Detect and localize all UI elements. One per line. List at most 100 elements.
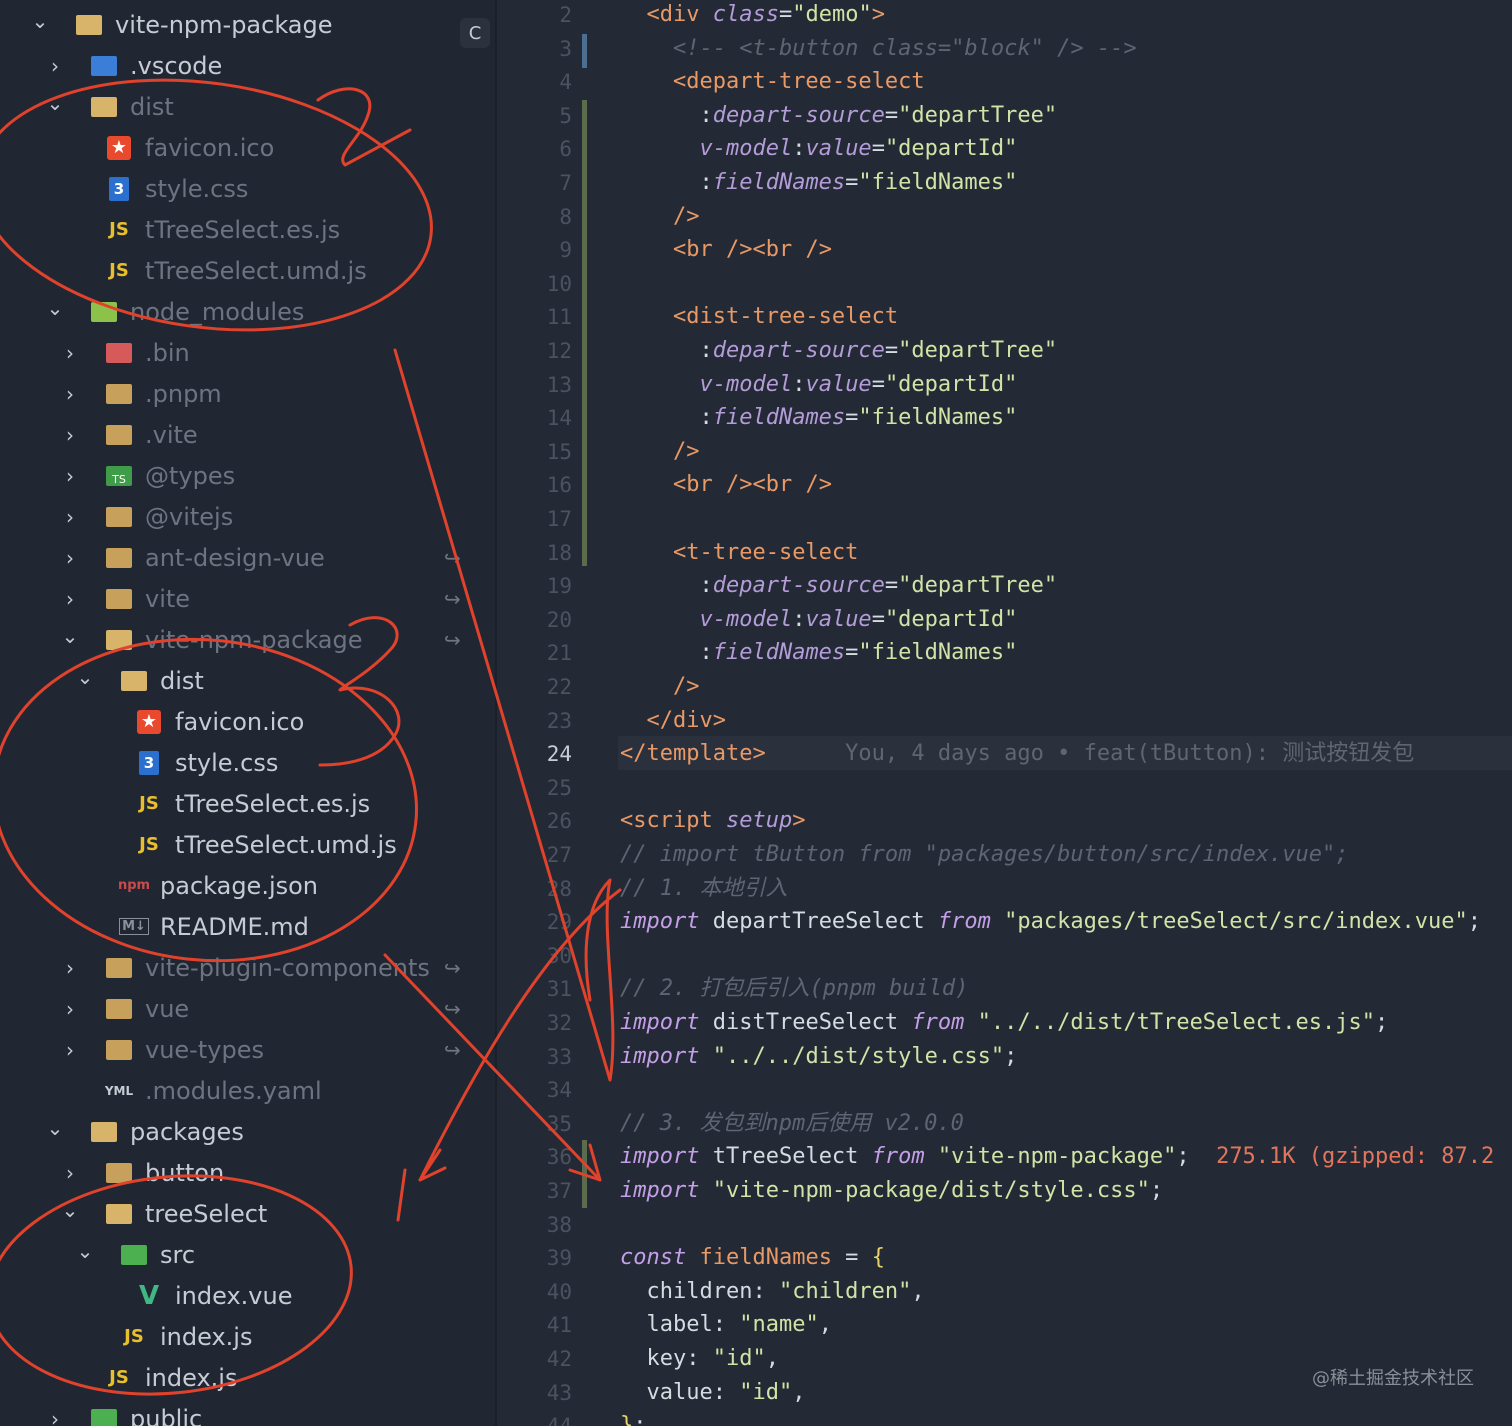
tree-item[interactable]: ★ favicon.ico xyxy=(0,127,497,168)
chevron-down-icon[interactable]: ⌄ xyxy=(43,293,67,323)
chevron-down-icon[interactable]: ⌄ xyxy=(43,1113,67,1143)
tree-item[interactable]: › .pnpm xyxy=(0,373,497,414)
chevron-right-icon[interactable]: › xyxy=(58,379,82,409)
tree-item[interactable]: YML .modules.yaml xyxy=(0,1070,497,1111)
code-line[interactable]: <dist-tree-select xyxy=(620,300,898,334)
tree-item[interactable]: 3 style.css xyxy=(0,742,497,783)
code-line[interactable]: :fieldNames="fieldNames" xyxy=(620,166,1017,200)
code-line[interactable]: // 1. 本地引入 xyxy=(620,872,787,906)
chevron-down-icon[interactable]: ⌄ xyxy=(58,621,82,651)
code-line[interactable]: import "vite-npm-package/dist/style.css"… xyxy=(620,1174,1163,1208)
tree-item[interactable]: JS tTreeSelect.umd.js xyxy=(0,250,497,291)
code-line[interactable]: // 3. 发包到npm后使用 v2.0.0 xyxy=(620,1107,964,1141)
code-line[interactable]: <!-- <t-button class="block" /> --> xyxy=(620,32,1137,66)
code-line[interactable]: :depart-source="departTree" xyxy=(620,569,1057,603)
code-line[interactable]: }; xyxy=(620,1409,647,1426)
tree-item[interactable]: npm package.json xyxy=(0,865,497,906)
chevron-right-icon[interactable]: › xyxy=(58,543,82,573)
code-line[interactable]: import departTreeSelect from "packages/t… xyxy=(620,905,1481,939)
tree-item[interactable]: JS index.js xyxy=(0,1357,497,1398)
tree-item[interactable]: › vue-types ↪ xyxy=(0,1029,497,1070)
tree-item[interactable]: ★ favicon.ico xyxy=(0,701,497,742)
tree-item[interactable]: JS index.js xyxy=(0,1316,497,1357)
code-line[interactable]: :fieldNames="fieldNames" xyxy=(620,636,1017,670)
chevron-down-icon[interactable]: ⌄ xyxy=(73,662,97,692)
code-token: "vite-npm-package/dist/style.css" xyxy=(712,1178,1150,1203)
code-line[interactable]: :depart-source="departTree" xyxy=(620,334,1057,368)
tree-item[interactable]: › @vitejs xyxy=(0,496,497,537)
code-line[interactable]: v-model:value="departId" xyxy=(620,368,1017,402)
tree-item[interactable]: › public xyxy=(0,1398,497,1426)
chevron-down-icon[interactable]: ⌄ xyxy=(73,1236,97,1266)
code-line[interactable]: children: "children", xyxy=(620,1275,924,1309)
code-line[interactable]: <br /><br /> xyxy=(620,468,832,502)
tree-item[interactable]: Vindex.vue xyxy=(0,1275,497,1316)
chevron-right-icon[interactable]: › xyxy=(43,51,67,81)
tree-item[interactable]: › vite ↪ xyxy=(0,578,497,619)
chevron-right-icon[interactable]: › xyxy=(58,338,82,368)
code-line[interactable]: import "../../dist/style.css"; xyxy=(620,1040,1017,1074)
chevron-right-icon[interactable]: › xyxy=(58,584,82,614)
code-line[interactable]: <depart-tree-select xyxy=(620,65,925,99)
chevron-right-icon[interactable]: › xyxy=(43,1404,67,1426)
chevron-right-icon[interactable]: › xyxy=(58,420,82,450)
code-line[interactable]: <div class="demo"> xyxy=(620,0,885,32)
chevron-right-icon[interactable]: › xyxy=(58,461,82,491)
code-line[interactable]: label: "name", xyxy=(620,1308,831,1342)
code-line[interactable]: // 2. 打包后引入(pnpm build) xyxy=(620,972,968,1006)
code-token: distTreeSelect xyxy=(699,1010,912,1035)
code-line[interactable]: key: "id", xyxy=(620,1342,778,1376)
chevron-right-icon[interactable]: › xyxy=(58,502,82,532)
tree-item[interactable]: ⌄ packages xyxy=(0,1111,497,1152)
code-line[interactable]: v-model:value="departId" xyxy=(620,603,1017,637)
code-line[interactable]: /> xyxy=(620,435,700,469)
code-line[interactable]: </div> xyxy=(620,704,726,738)
tree-item[interactable]: ⌄ dist xyxy=(0,660,497,701)
tree-item[interactable]: › .bin xyxy=(0,332,497,373)
code-line[interactable]: import tTreeSelect from "vite-npm-packag… xyxy=(620,1140,1494,1174)
tree-item[interactable]: ⌄ vite-npm-package xyxy=(0,4,497,45)
code-editor[interactable]: 2 <div class="demo"> 3 <!-- <t-button cla… xyxy=(498,0,1512,1426)
tree-item[interactable]: › .vscode xyxy=(0,45,497,86)
tree-item[interactable]: JS tTreeSelect.umd.js xyxy=(0,824,497,865)
code-line[interactable]: </template> You, 4 days ago • feat(tButt… xyxy=(620,737,1414,771)
chevron-down-icon[interactable]: ⌄ xyxy=(58,1195,82,1225)
chevron-down-icon[interactable]: ⌄ xyxy=(43,88,67,118)
code-line[interactable]: /> xyxy=(620,670,700,704)
tree-item[interactable]: ⌄ vite-npm-package ↪ xyxy=(0,619,497,660)
tree-item[interactable]: JS tTreeSelect.es.js xyxy=(0,783,497,824)
code-line[interactable]: value: "id", xyxy=(620,1376,805,1410)
code-line[interactable]: import distTreeSelect from "../../dist/t… xyxy=(620,1006,1388,1040)
tree-item[interactable]: ⌄ src xyxy=(0,1234,497,1275)
code-token: <!-- <t-button class="block" /> --> xyxy=(620,35,1137,61)
chevron-right-icon[interactable]: › xyxy=(58,953,82,983)
code-line[interactable]: :fieldNames="fieldNames" xyxy=(620,401,1017,435)
code-line[interactable]: :depart-source="departTree" xyxy=(620,99,1057,133)
code-line[interactable]: <br /><br /> xyxy=(620,233,832,267)
chevron-right-icon[interactable]: › xyxy=(58,1158,82,1188)
tree-item[interactable]: JS tTreeSelect.es.js xyxy=(0,209,497,250)
tree-item[interactable]: 3 style.css xyxy=(0,168,497,209)
tree-item[interactable]: › ant-design-vue ↪ xyxy=(0,537,497,578)
chevron-right-icon[interactable]: › xyxy=(58,1035,82,1065)
tree-item[interactable]: › button xyxy=(0,1152,497,1193)
gutter-change-marker xyxy=(582,34,587,68)
line-number: 31 xyxy=(546,977,572,1002)
tree-item[interactable]: › .vite xyxy=(0,414,497,455)
chevron-right-icon[interactable]: › xyxy=(58,994,82,1024)
chevron-down-icon[interactable]: ⌄ xyxy=(28,6,52,36)
tree-item[interactable]: ⌄ node_modules xyxy=(0,291,497,332)
code-line[interactable]: // import tButton from "packages/button/… xyxy=(620,838,1348,872)
code-line[interactable]: <script setup> xyxy=(620,804,805,838)
code-line[interactable]: const fieldNames = { xyxy=(620,1241,885,1275)
tree-item[interactable]: ⌄ treeSelect xyxy=(0,1193,497,1234)
tree-item[interactable]: › vite-plugin-components ↪ xyxy=(0,947,497,988)
tree-item[interactable]: › vue ↪ xyxy=(0,988,497,1029)
code-line[interactable]: <t-tree-select xyxy=(620,536,858,570)
tree-item[interactable]: ⌄ dist xyxy=(0,86,497,127)
tree-item[interactable]: M↓ README.md xyxy=(0,906,497,947)
tree-item-label: vue-types xyxy=(145,1035,264,1064)
code-line[interactable]: v-model:value="departId" xyxy=(620,132,1017,166)
tree-item[interactable]: › TS @types xyxy=(0,455,497,496)
code-line[interactable]: /> xyxy=(620,200,700,234)
